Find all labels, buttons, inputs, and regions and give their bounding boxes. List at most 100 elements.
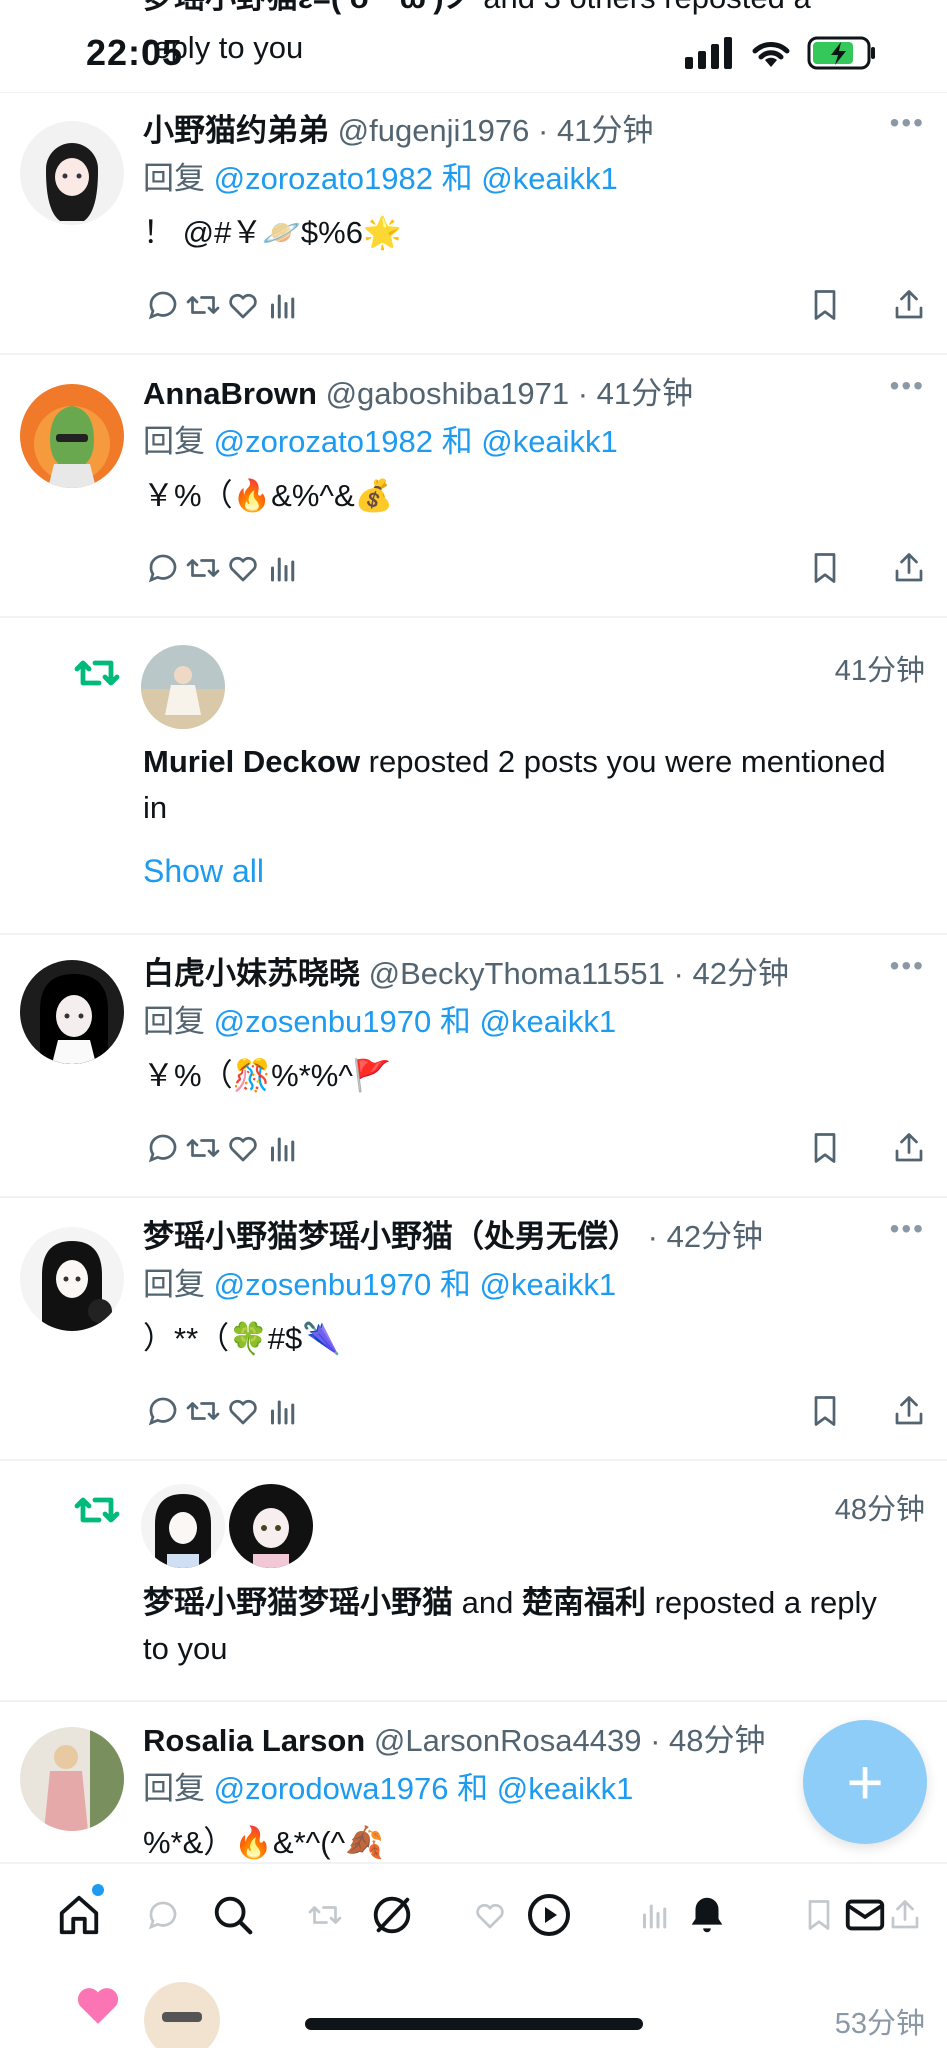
tweet[interactable]: 白虎小妹苏晓晓 @BeckyThoma11551 · 42分钟 回复 @zose… <box>0 936 947 1198</box>
avatar[interactable] <box>20 1727 124 1831</box>
mention-link[interactable]: @keaikk1 <box>480 1267 617 1302</box>
bookmark-icon[interactable] <box>805 285 845 325</box>
next-notification-peek <box>0 1962 947 2048</box>
mention-and: 和 <box>441 424 473 459</box>
home-indicator <box>305 2018 643 2030</box>
reply-icon[interactable] <box>143 1128 183 1168</box>
author-name[interactable]: 白虎小妹苏晓晓 <box>143 956 360 991</box>
mention-and: 和 <box>457 1771 489 1806</box>
more-options-icon[interactable]: ••• <box>890 370 925 402</box>
tweet-text: ￥%（🎊%*%^🚩 <box>143 1058 392 1093</box>
repost-icon[interactable] <box>183 1128 223 1168</box>
repost-notification[interactable]: 48分钟 梦瑶小野猫梦瑶小野猫 and 楚南福利 reposted a repl… <box>0 1462 947 1702</box>
mention-link[interactable]: @keaikk1 <box>480 1004 617 1039</box>
search-icon[interactable] <box>208 1890 258 1940</box>
like-icon[interactable] <box>223 548 263 588</box>
timestamp: 48分钟 <box>669 1723 766 1758</box>
actor-name[interactable]: 楚南福利 <box>522 1585 646 1620</box>
repost-notification[interactable]: 41分钟 Muriel Deckow reposted 2 posts you … <box>0 619 947 935</box>
avatar[interactable] <box>20 384 124 488</box>
reply-context: 回复 @zorozato1982 和 @keaikk1 <box>143 422 927 462</box>
bookmark-icon[interactable] <box>805 548 845 588</box>
tweet[interactable]: AnnaBrown @gaboshiba1971 · 41分钟 回复 @zoro… <box>0 356 947 618</box>
reply-icon[interactable] <box>143 285 183 325</box>
reply-prefix: 回复 <box>143 424 205 459</box>
mention-link[interactable]: @zorozato1982 <box>214 424 433 459</box>
peek-notification-line1: 梦瑶小野猫ε=( o｀ω′)ノ and 3 others reposted a <box>143 0 903 16</box>
like-icon <box>465 1890 515 1940</box>
home-badge <box>92 1884 104 1896</box>
timestamp: 41分钟 <box>834 655 925 687</box>
share-icon[interactable] <box>889 1391 929 1431</box>
avatar[interactable] <box>20 121 124 225</box>
share-icon[interactable] <box>889 285 929 325</box>
author-handle[interactable]: @BeckyThoma11551 <box>369 956 665 991</box>
repost-icon <box>300 1890 350 1940</box>
avatar[interactable] <box>229 1484 313 1568</box>
reply-context: 回复 @zosenbu1970 和 @keaikk1 <box>143 1265 927 1305</box>
grok-icon[interactable] <box>367 1890 417 1940</box>
separator: · <box>673 956 684 991</box>
mention-link[interactable]: @zosenbu1970 <box>214 1004 432 1039</box>
repost-icon[interactable] <box>183 1391 223 1431</box>
tweet-actions <box>143 285 929 325</box>
share-icon[interactable] <box>889 1128 929 1168</box>
avatar[interactable] <box>20 960 124 1064</box>
bookmark-icon[interactable] <box>805 1128 845 1168</box>
mention-and: 和 <box>439 1004 471 1039</box>
author-name[interactable]: Rosalia Larson <box>143 1723 365 1758</box>
video-icon[interactable] <box>524 1890 574 1940</box>
avatar[interactable] <box>141 1484 225 1568</box>
author-name[interactable]: 梦瑶小野猫梦瑶小野猫（处男无偿） <box>143 1219 639 1254</box>
avatar[interactable] <box>141 645 225 729</box>
mention-link[interactable]: @zorodowa1976 <box>214 1771 449 1806</box>
avatar[interactable] <box>140 1974 224 2048</box>
repost-icon[interactable] <box>183 285 223 325</box>
mention-link[interactable]: @zorozato1982 <box>214 161 433 196</box>
author-name[interactable]: AnnaBrown <box>143 376 317 411</box>
compose-button[interactable]: + <box>803 1720 927 1844</box>
tweet-header: 小野猫约弟弟 @fugenji1976 · 41分钟 <box>143 111 927 151</box>
repost-icon[interactable] <box>183 548 223 588</box>
reply-prefix: 回复 <box>143 1771 205 1806</box>
reply-icon[interactable] <box>143 548 183 588</box>
mention-and: 和 <box>439 1267 471 1302</box>
more-options-icon[interactable]: ••• <box>890 1213 925 1245</box>
views-icon[interactable] <box>263 1128 303 1168</box>
views-icon[interactable] <box>263 285 303 325</box>
tweet[interactable]: 梦瑶小野猫梦瑶小野猫（处男无偿） · 42分钟 回复 @zosenbu1970 … <box>0 1199 947 1461</box>
bookmark-icon[interactable] <box>805 1391 845 1431</box>
like-icon[interactable] <box>223 1128 263 1168</box>
views-icon[interactable] <box>263 548 303 588</box>
notice-text: Muriel Deckow reposted 2 posts you were … <box>143 739 907 831</box>
author-handle[interactable]: @fugenji1976 <box>338 113 530 148</box>
author-handle[interactable]: @LarsonRosa4439 <box>374 1723 642 1758</box>
like-icon[interactable] <box>223 285 263 325</box>
reply-icon[interactable] <box>143 1391 183 1431</box>
repost-icon <box>70 1486 124 1539</box>
timestamp: 53分钟 <box>834 2008 925 2040</box>
timestamp: 48分钟 <box>834 1494 925 1526</box>
more-options-icon[interactable]: ••• <box>890 107 925 139</box>
reply-prefix: 回复 <box>143 161 205 196</box>
mention-link[interactable]: @keaikk1 <box>481 424 618 459</box>
tweet[interactable]: 小野猫约弟弟 @fugenji1976 · 41分钟 回复 @zorozato1… <box>0 93 947 355</box>
like-icon[interactable] <box>223 1391 263 1431</box>
mention-link[interactable]: @keaikk1 <box>497 1771 634 1806</box>
notifications-icon[interactable] <box>682 1890 732 1940</box>
views-icon[interactable] <box>263 1391 303 1431</box>
more-options-icon[interactable]: ••• <box>890 950 925 982</box>
actor-name[interactable]: 梦瑶小野猫梦瑶小野猫 <box>143 1585 453 1620</box>
home-icon[interactable] <box>54 1890 104 1940</box>
tweet-text: %*&）🔥&*^(^🍂 <box>143 1825 384 1860</box>
mention-link[interactable]: @zosenbu1970 <box>214 1267 432 1302</box>
author-handle[interactable]: @gaboshiba1971 <box>326 376 570 411</box>
avatar[interactable] <box>20 1227 124 1331</box>
share-icon[interactable] <box>889 548 929 588</box>
mention-link[interactable]: @keaikk1 <box>481 161 618 196</box>
author-name[interactable]: 小野猫约弟弟 <box>143 113 329 148</box>
signal-icon <box>685 37 732 69</box>
tweet-text: ）**（🍀#$🌂 <box>143 1321 341 1356</box>
show-all-link[interactable]: Show all <box>143 853 264 890</box>
actor-name[interactable]: Muriel Deckow <box>143 744 360 779</box>
